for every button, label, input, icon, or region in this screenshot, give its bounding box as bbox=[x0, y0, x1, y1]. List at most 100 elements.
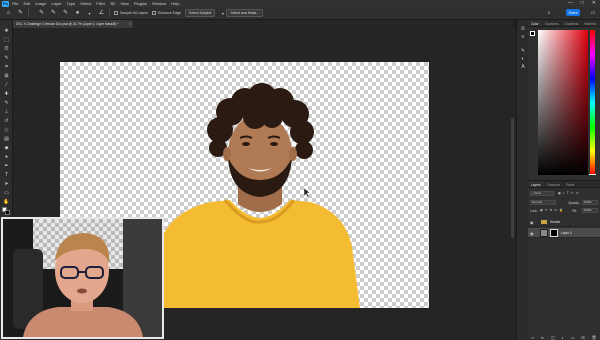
opacity-field[interactable]: 100% bbox=[582, 200, 598, 205]
color-panel-tabs: Color Swatches Gradients Patterns bbox=[528, 20, 600, 27]
divider bbox=[28, 9, 29, 17]
layer-row-layer-0[interactable]: ◉ Layer 0 bbox=[528, 228, 600, 238]
new-group-icon[interactable]: ▭ bbox=[571, 335, 575, 340]
menu-help[interactable]: Help bbox=[171, 1, 179, 6]
new-selection-icon[interactable]: ✎ bbox=[38, 10, 45, 17]
options-bar: ⌂ ✎ ✎ ✎ ✎ ● ▾ ∠ Sample All Layers Enhanc… bbox=[0, 7, 600, 20]
subtract-selection-icon[interactable]: ✎ bbox=[62, 10, 69, 17]
menu-edit[interactable]: Edit bbox=[23, 1, 30, 6]
adjustments-panel-icon[interactable]: ◐ bbox=[520, 56, 526, 62]
properties-panel-icon[interactable]: ≡ bbox=[520, 34, 526, 40]
enhance-edge-checkbox[interactable] bbox=[152, 11, 157, 15]
add-mask-icon[interactable]: ◫ bbox=[551, 335, 555, 340]
history-brush-tool-icon[interactable]: ↺ bbox=[3, 118, 10, 125]
brush-size-icon[interactable]: ● bbox=[74, 10, 81, 17]
select-subject-button[interactable]: Select Subject bbox=[184, 9, 216, 17]
character-panel-icon[interactable]: A bbox=[520, 64, 526, 70]
search-icon[interactable]: ⌕ bbox=[546, 10, 552, 16]
crop-tool-icon[interactable]: ⌗ bbox=[3, 64, 10, 71]
fill-field[interactable]: 100% bbox=[582, 208, 598, 213]
tab-layers[interactable]: Layers bbox=[528, 181, 544, 187]
move-tool-icon[interactable]: ✥ bbox=[3, 28, 10, 35]
hue-slider[interactable] bbox=[590, 30, 595, 175]
adjustment-layer-icon[interactable]: ◐ bbox=[562, 335, 564, 340]
home-icon[interactable]: ⌂ bbox=[5, 10, 12, 17]
menu-type[interactable]: Type bbox=[67, 1, 76, 6]
vertical-scrollbar[interactable] bbox=[511, 118, 514, 238]
lock-icons[interactable]: ▦✎✥⊡🔒 bbox=[540, 208, 565, 212]
quick-select-tool-icon[interactable]: ✎ bbox=[17, 10, 24, 17]
tab-gradients[interactable]: Gradients bbox=[561, 20, 581, 26]
background-color-swatch[interactable] bbox=[5, 210, 10, 215]
brush-tool-icon[interactable]: ✎ bbox=[3, 100, 10, 107]
dodge-tool-icon[interactable]: ● bbox=[3, 154, 10, 161]
fill-label: Fill: bbox=[572, 209, 577, 213]
pen-tool-icon[interactable]: ✒ bbox=[3, 163, 10, 170]
document-tab[interactable]: DSC X Challenge 3 Version Doc.psd @ 26.7… bbox=[13, 20, 133, 28]
fill-value: 100% bbox=[584, 208, 592, 212]
fx-icon[interactable]: fx bbox=[541, 335, 544, 340]
menu-select[interactable]: Select bbox=[80, 1, 91, 6]
clone-stamp-tool-icon[interactable]: ⊥ bbox=[3, 109, 10, 116]
rectangle-tool-icon[interactable]: ▭ bbox=[3, 190, 10, 197]
photoshop-logo-icon[interactable]: Ps bbox=[2, 0, 9, 7]
share-button[interactable]: Share bbox=[566, 9, 580, 16]
hue-slider-marker[interactable] bbox=[589, 174, 596, 175]
menu-view[interactable]: View bbox=[120, 1, 129, 6]
hand-tool-icon[interactable]: ✋ bbox=[3, 199, 10, 206]
chevron-down-icon[interactable]: ▾ bbox=[86, 10, 93, 17]
layer-filter-select[interactable]: ⌕ Kind bbox=[530, 191, 554, 196]
layer-thumbnail[interactable] bbox=[540, 229, 548, 237]
tab-swatches[interactable]: Swatches bbox=[542, 20, 562, 26]
eraser-tool-icon[interactable]: ◇ bbox=[3, 127, 10, 134]
menu-image[interactable]: Image bbox=[35, 1, 46, 6]
layer-row-header[interactable]: ◉ Header bbox=[528, 217, 600, 227]
chevron-down-icon[interactable]: ▾ bbox=[219, 10, 226, 17]
sample-all-layers-checkbox[interactable] bbox=[114, 11, 118, 15]
maximize-icon[interactable]: □ bbox=[581, 0, 584, 6]
gradient-tool-icon[interactable]: ▤ bbox=[3, 136, 10, 143]
marquee-tool-icon[interactable]: ⬚ bbox=[3, 37, 10, 44]
minimize-icon[interactable]: — bbox=[568, 0, 573, 6]
close-icon[interactable]: × bbox=[129, 21, 131, 26]
webcam-presenter bbox=[3, 219, 162, 337]
lasso-tool-icon[interactable]: ʘ bbox=[3, 46, 10, 53]
angle-icon[interactable]: ∠ bbox=[98, 10, 105, 17]
add-to-selection-icon[interactable]: ✎ bbox=[50, 10, 57, 17]
layer-mask-thumbnail[interactable] bbox=[550, 229, 558, 237]
link-icon[interactable]: ∞ bbox=[531, 335, 534, 340]
brush-settings-icon[interactable]: ✎ bbox=[520, 48, 526, 54]
color-picker-field[interactable] bbox=[538, 30, 588, 175]
tab-channels[interactable]: Channels bbox=[544, 181, 563, 187]
history-panel-icon[interactable]: ⏲ bbox=[520, 26, 526, 32]
quick-selection-tool-icon[interactable]: ✎ bbox=[3, 55, 10, 62]
frame-tool-icon[interactable]: ⊠ bbox=[3, 73, 10, 80]
healing-brush-tool-icon[interactable]: ✚ bbox=[3, 91, 10, 98]
eye-icon[interactable]: ◉ bbox=[530, 220, 534, 225]
new-layer-icon[interactable]: ⊞ bbox=[581, 335, 584, 340]
trash-icon[interactable]: 🗑 bbox=[592, 335, 597, 340]
menu-file[interactable]: File bbox=[12, 1, 18, 6]
type-tool-icon[interactable]: T bbox=[3, 172, 10, 179]
color-panel-swatch[interactable] bbox=[530, 31, 535, 36]
opacity-value: 100% bbox=[584, 200, 592, 204]
menu-3d[interactable]: 3D bbox=[110, 1, 115, 6]
menu-plugins[interactable]: Plugins bbox=[134, 1, 147, 6]
eye-icon[interactable]: ◉ bbox=[530, 231, 534, 236]
close-icon[interactable]: ✕ bbox=[592, 0, 596, 6]
select-and-mask-button[interactable]: Select and Mask... bbox=[226, 9, 264, 17]
menu-layer[interactable]: Layer bbox=[51, 1, 61, 6]
menu-filter[interactable]: Filter bbox=[96, 1, 105, 6]
path-selection-tool-icon[interactable]: ➤ bbox=[3, 181, 10, 188]
blur-tool-icon[interactable]: ◆ bbox=[3, 145, 10, 152]
tab-patterns[interactable]: Patterns bbox=[581, 20, 599, 26]
blend-mode-select[interactable]: Normal bbox=[530, 200, 556, 205]
tab-paths[interactable]: Paths bbox=[563, 181, 577, 187]
document-tab-bar: DSC X Challenge 3 Version Doc.psd @ 26.7… bbox=[13, 20, 513, 28]
workspace-icon[interactable]: ▭ bbox=[590, 10, 596, 16]
menu-window[interactable]: Window bbox=[152, 1, 166, 6]
tab-color[interactable]: Color bbox=[528, 20, 542, 26]
layer-filter-kind: Kind bbox=[534, 191, 541, 195]
layer-filter-icons[interactable]: ▣◐T▭⊡ bbox=[558, 191, 581, 195]
eyedropper-tool-icon[interactable]: ⁄ bbox=[3, 82, 10, 89]
